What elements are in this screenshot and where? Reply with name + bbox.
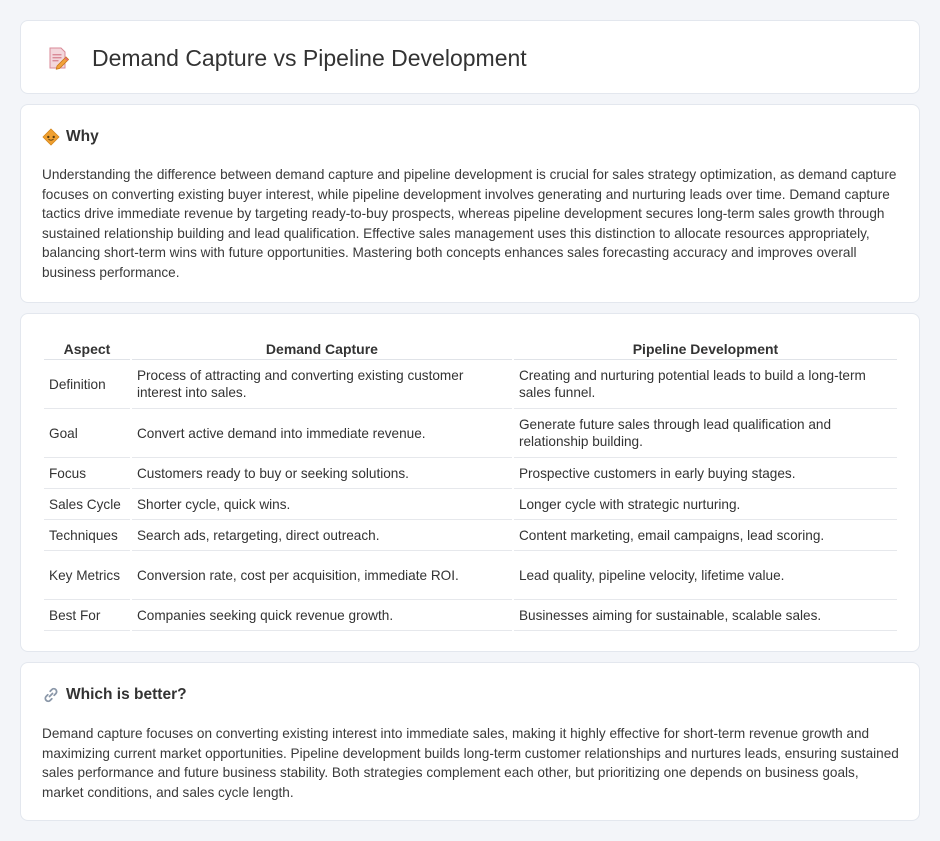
demand-capture-cell: Process of attracting and converting exi… bbox=[131, 360, 512, 409]
table-row: Definition Process of attracting and con… bbox=[44, 360, 897, 409]
header-aspect: Aspect bbox=[44, 334, 130, 360]
better-heading: Which is better? bbox=[66, 686, 187, 703]
pipeline-development-cell: Businesses aiming for sustainable, scala… bbox=[513, 600, 897, 631]
pipeline-development-cell: Lead quality, pipeline velocity, lifetim… bbox=[513, 551, 897, 600]
better-paragraph: Demand capture focuses on converting exi… bbox=[42, 726, 899, 800]
table-row: Goal Convert active demand into immediat… bbox=[44, 409, 897, 458]
aspect-cell: Definition bbox=[44, 360, 130, 409]
table-row: Sales Cycle Shorter cycle, quick wins. L… bbox=[44, 489, 897, 520]
demand-capture-cell: Customers ready to buy or seeking soluti… bbox=[131, 458, 512, 489]
demand-capture-cell: Conversion rate, cost per acquisition, i… bbox=[131, 551, 512, 600]
header-demand-capture: Demand Capture bbox=[131, 334, 512, 360]
table-row: Best For Companies seeking quick revenue… bbox=[44, 600, 897, 631]
aspect-cell: Focus bbox=[44, 458, 130, 489]
demand-capture-cell: Companies seeking quick revenue growth. bbox=[131, 600, 512, 631]
header-pipeline-development: Pipeline Development bbox=[513, 334, 897, 360]
why-heading: Why bbox=[66, 128, 99, 145]
aspect-cell: Goal bbox=[44, 409, 130, 458]
page-title: Demand Capture vs Pipeline Development bbox=[92, 45, 527, 71]
why-heading-row: Why bbox=[42, 127, 99, 147]
pipeline-development-cell: Longer cycle with strategic nurturing. bbox=[513, 489, 897, 520]
table-row: Key Metrics Conversion rate, cost per ac… bbox=[44, 551, 897, 600]
table-row: Focus Customers ready to buy or seeking … bbox=[44, 458, 897, 489]
demand-capture-cell: Shorter cycle, quick wins. bbox=[131, 489, 512, 520]
aspect-cell: Key Metrics bbox=[44, 551, 130, 600]
why-section: Why Understanding the difference between… bbox=[20, 104, 920, 303]
table-header-row: Aspect Demand Capture Pipeline Developme… bbox=[44, 334, 897, 360]
aspect-cell: Sales Cycle bbox=[44, 489, 130, 520]
diamond-sign-icon bbox=[42, 128, 60, 146]
pipeline-development-cell: Prospective customers in early buying st… bbox=[513, 458, 897, 489]
pipeline-development-cell: Generate future sales through lead quali… bbox=[513, 409, 897, 458]
demand-capture-cell: Search ads, retargeting, direct outreach… bbox=[131, 520, 512, 551]
link-icon bbox=[42, 686, 60, 704]
document-pencil-icon bbox=[47, 46, 70, 70]
demand-capture-cell: Convert active demand into immediate rev… bbox=[131, 409, 512, 458]
comparison-table: Aspect Demand Capture Pipeline Developme… bbox=[42, 334, 899, 631]
why-paragraph: Understanding the difference between dem… bbox=[42, 167, 897, 280]
pipeline-development-cell: Creating and nurturing potential leads t… bbox=[513, 360, 897, 409]
aspect-cell: Best For bbox=[44, 600, 130, 631]
title-card: Demand Capture vs Pipeline Development bbox=[20, 20, 920, 94]
which-better-section: Which is better? Demand capture focuses … bbox=[20, 662, 920, 821]
aspect-cell: Techniques bbox=[44, 520, 130, 551]
table-row: Techniques Search ads, retargeting, dire… bbox=[44, 520, 897, 551]
pipeline-development-cell: Content marketing, email campaigns, lead… bbox=[513, 520, 897, 551]
comparison-section: Aspect Demand Capture Pipeline Developme… bbox=[20, 313, 920, 652]
better-heading-row: Which is better? bbox=[42, 685, 187, 705]
